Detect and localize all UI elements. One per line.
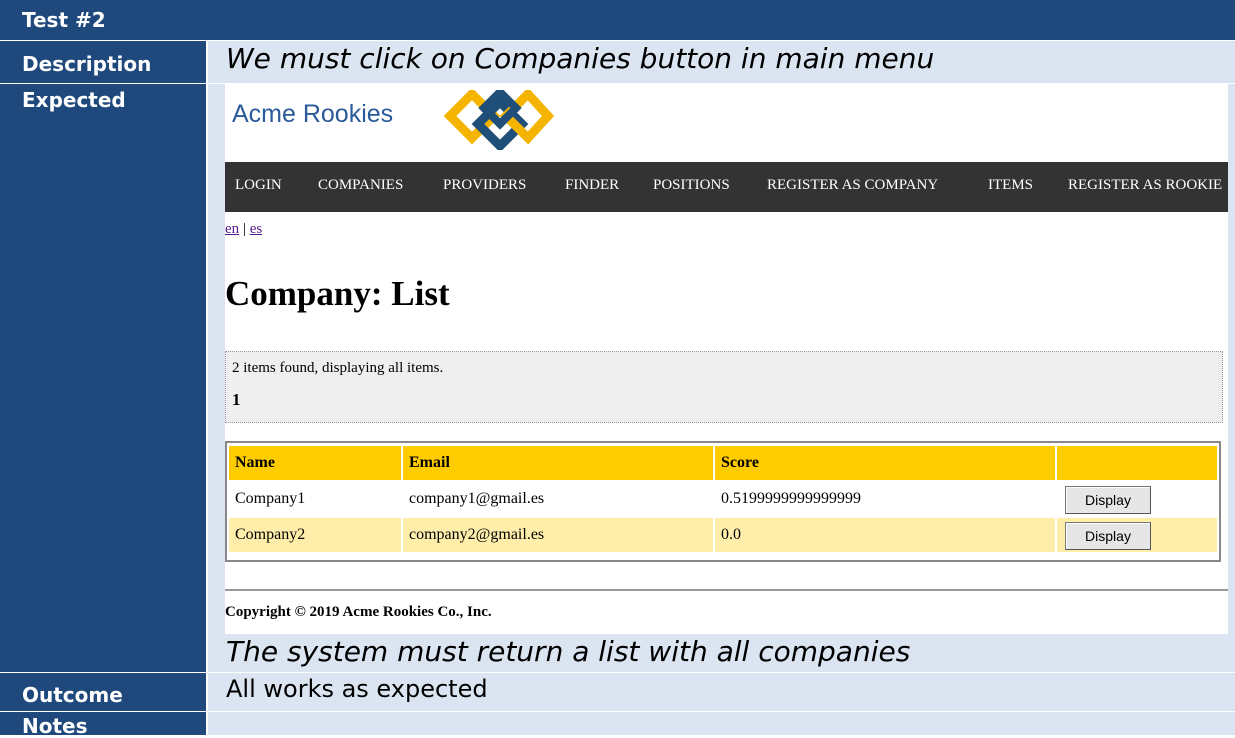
menu-companies[interactable]: COMPANIES [318,177,403,194]
language-switcher: en | es [225,221,262,238]
table-row: Company2 company2@gmail.es 0.0 Display [229,518,1217,552]
logo-diamonds-icon [444,90,555,150]
outcome-label: Outcome [0,673,207,711]
test-title-row: Test #2 [0,0,1235,41]
expected-label: Expected [0,84,207,672]
display-button[interactable]: Display [1065,522,1151,550]
cell-score: 0.5199999999999999 [715,482,1057,516]
description-label: Description [0,41,207,83]
display-button[interactable]: Display [1065,486,1151,514]
table-row: Company1 company1@gmail.es 0.51999999999… [229,482,1217,516]
header-score[interactable]: Score [715,446,1057,480]
cell-name: Company1 [229,482,403,516]
outcome-value: All works as expected [208,673,1235,711]
lang-es-link[interactable]: es [250,221,263,237]
footer-divider [225,589,1228,591]
notes-label: Notes [0,712,207,738]
menu-register-company[interactable]: REGISTER AS COMPANY [767,177,938,194]
header-actions [1057,446,1217,480]
test-title: Test #2 [22,8,106,32]
pagination-banner: 2 items found, displaying all items. 1 [225,351,1223,423]
expected-screenshot: Acme Rookies LOGIN COMPANIES PROVIDERS F… [225,84,1228,634]
items-found-text: 2 items found, displaying all items. [232,360,444,376]
menu-login[interactable]: LOGIN [235,177,282,194]
menu-register-rookie[interactable]: REGISTER AS ROOKIE [1068,177,1222,194]
lang-separator: | [242,221,246,237]
header-email[interactable]: Email [403,446,715,480]
logo-text: Acme Rookies [232,100,394,128]
menu-positions[interactable]: POSITIONS [653,177,730,194]
table-header-row: Name Email Score [229,446,1217,480]
menu-items[interactable]: ITEMS [988,177,1033,194]
header-name[interactable]: Name [229,446,403,480]
lang-en-link[interactable]: en [225,221,239,237]
menu-finder[interactable]: FINDER [565,177,619,194]
menu-providers[interactable]: PROVIDERS [443,177,526,194]
cell-actions: Display [1057,518,1217,552]
cell-email: company2@gmail.es [403,518,715,552]
expected-text: The system must return a list with all c… [226,635,911,668]
main-menu: LOGIN COMPANIES PROVIDERS FINDER POSITIO… [225,162,1228,212]
notes-row: Notes [0,712,1235,738]
page-number[interactable]: 1 [232,390,241,410]
notes-value [208,712,1235,735]
cell-score: 0.0 [715,518,1057,552]
page-title: Company: List [225,274,450,313]
outcome-row: Outcome All works as expected [0,673,1235,712]
description-row: Description We must click on Companies b… [0,41,1235,84]
description-value: We must click on Companies button in mai… [208,41,1235,83]
cell-name: Company2 [229,518,403,552]
cell-actions: Display [1057,482,1217,516]
copyright-text: Copyright © 2019 Acme Rookies Co., Inc. [225,604,492,620]
cell-email: company1@gmail.es [403,482,715,516]
companies-table: Name Email Score Company1 company1@gmail… [225,441,1221,562]
